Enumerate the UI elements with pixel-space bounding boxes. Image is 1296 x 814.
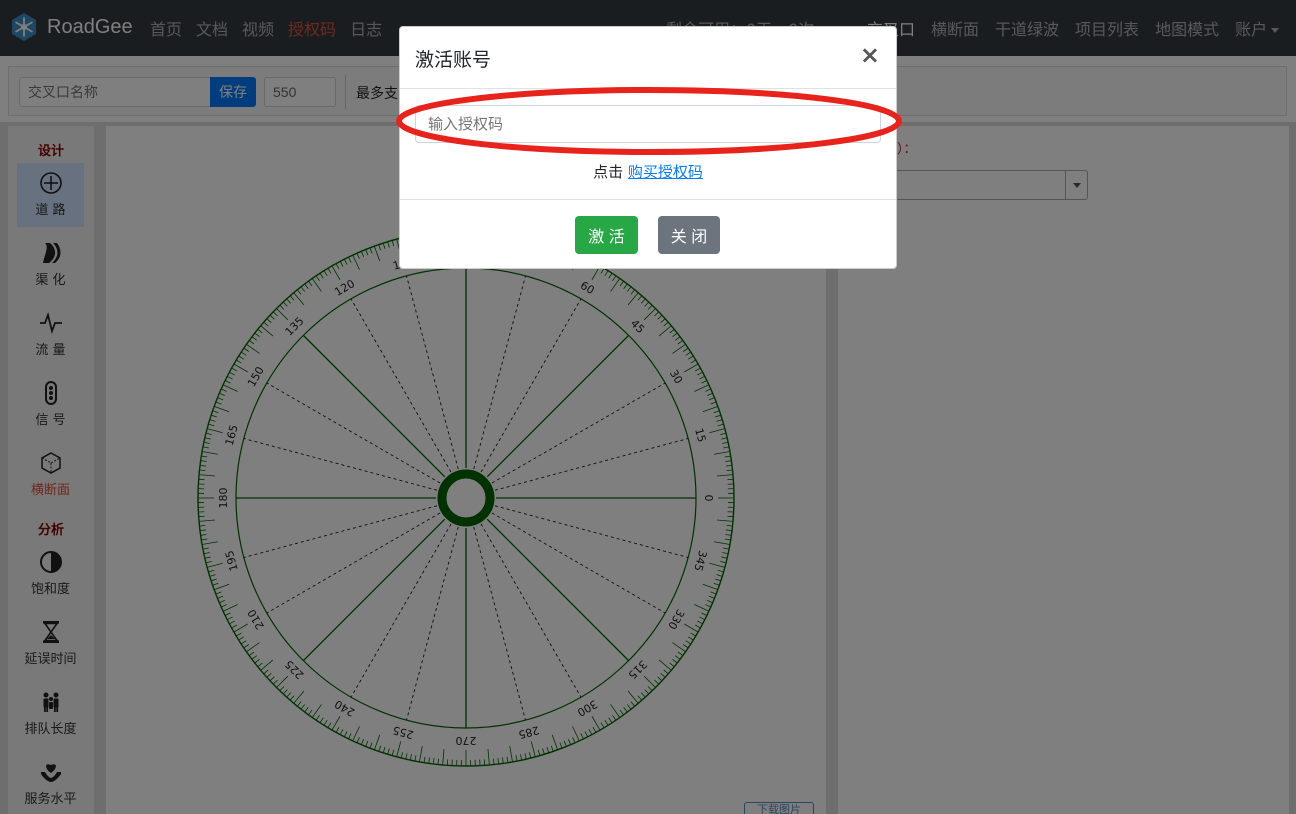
modal-header: 激活账号 × (400, 27, 896, 89)
buy-license-line: 点击 购买授权码 (400, 161, 896, 182)
modal-title: 激活账号 (415, 49, 492, 71)
license-code-input[interactable] (415, 105, 881, 143)
activate-button[interactable]: 激 活 (575, 216, 638, 254)
activate-account-modal: 激活账号 × 点击 购买授权码 激 活 关 闭 (396, 26, 902, 269)
close-icon[interactable]: × (860, 42, 880, 68)
close-button[interactable]: 关 闭 (658, 216, 720, 254)
buy-license-link[interactable]: 购买授权码 (628, 163, 703, 181)
modal-footer: 激 活 关 闭 (400, 199, 896, 269)
buy-prefix: 点击 (593, 163, 628, 181)
